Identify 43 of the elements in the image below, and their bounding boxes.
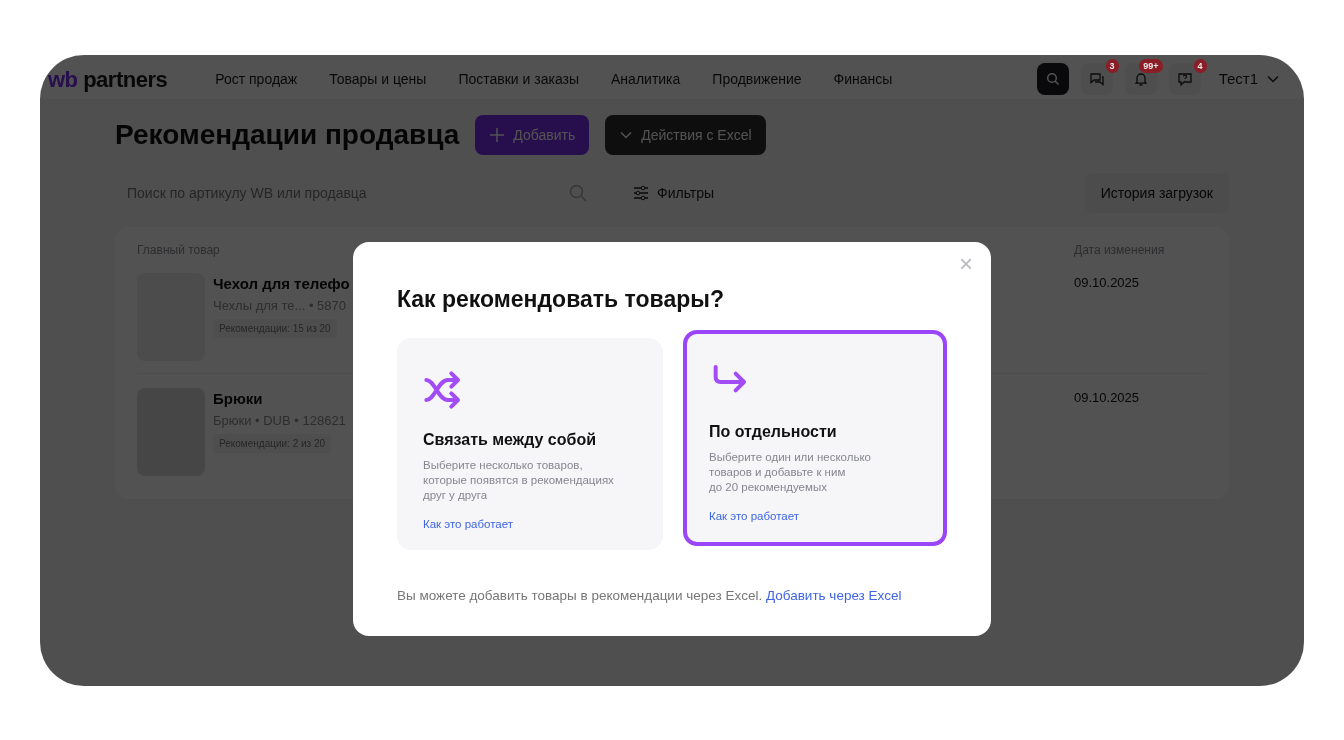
option-title: По отдельности (709, 421, 838, 442)
option-title: Связать между собой (423, 429, 597, 450)
option-card[interactable]: По отдельности Выберите один или несколько товаров и добавьте к ним до 20 рекомендуемых Как это работает (683, 329, 947, 546)
filter-icon (633, 185, 649, 201)
search-icon (1045, 72, 1060, 86)
add-via-excel-link[interactable]: Добавить через Excel (765, 587, 902, 603)
help-button[interactable] (1168, 63, 1201, 95)
filters-button[interactable]: Фильтры (627, 181, 721, 205)
plus-icon (489, 127, 506, 143)
date-cell-text: 09.10.2025 (1074, 389, 1141, 407)
notifications-button[interactable] (1124, 63, 1157, 95)
help-icon (1176, 71, 1193, 87)
notification-badge: 4 (1193, 59, 1207, 73)
product-name: Чехол для телефо (213, 274, 351, 294)
nav-link[interactable]: Рост продаж (215, 68, 298, 90)
date-cell-text: 09.10.2025 (1074, 274, 1141, 292)
close-button[interactable]: × (955, 250, 977, 278)
search-icon (569, 184, 587, 202)
add-button[interactable]: Добавить (475, 115, 590, 155)
how-it-works-link[interactable]: Как это работает (423, 515, 513, 533)
user-menu[interactable]: Тест1 (1212, 66, 1286, 92)
nav-link[interactable]: Продвижение (712, 68, 802, 90)
nav-link[interactable]: Поставки и заказы (458, 68, 580, 90)
search-button[interactable] (1036, 63, 1069, 95)
how-it-works-link[interactable]: Как это работает (709, 507, 799, 525)
chat-button[interactable] (1080, 63, 1113, 95)
modal-title: Как рекомендовать товары? (397, 286, 725, 314)
page-title: Рекомендации продавца (115, 118, 460, 152)
option-card[interactable]: Связать между собой Выберите несколько товаров, которые появятся в рекомендациях друг у друга Как это работает (397, 337, 663, 550)
option-description: Выберите один или несколько товаров и добавьте к ним до 20 рекомендуемых (709, 449, 872, 495)
logo[interactable]: wb partners (48, 62, 168, 96)
footer-text: Вы можете добавить товары в рекомендации через Excel. (397, 587, 763, 603)
nav-link[interactable]: Финансы (833, 68, 893, 90)
notification-badge: 3 (1105, 59, 1119, 73)
nav-link[interactable]: Аналитика (611, 68, 681, 90)
option-description: Выберите несколько товаров, которые появятся в рекомендациях друг у друга (423, 457, 615, 503)
product-name: Брюки (213, 389, 264, 409)
notification-badge: 99+ (1139, 59, 1163, 73)
excel-actions-button[interactable]: Действия с Excel (605, 115, 766, 155)
chat-icon (1088, 71, 1105, 87)
shuffle-icon (423, 369, 463, 410)
nav-link[interactable]: Товары и цены (329, 68, 427, 90)
bell-icon (1132, 71, 1149, 87)
